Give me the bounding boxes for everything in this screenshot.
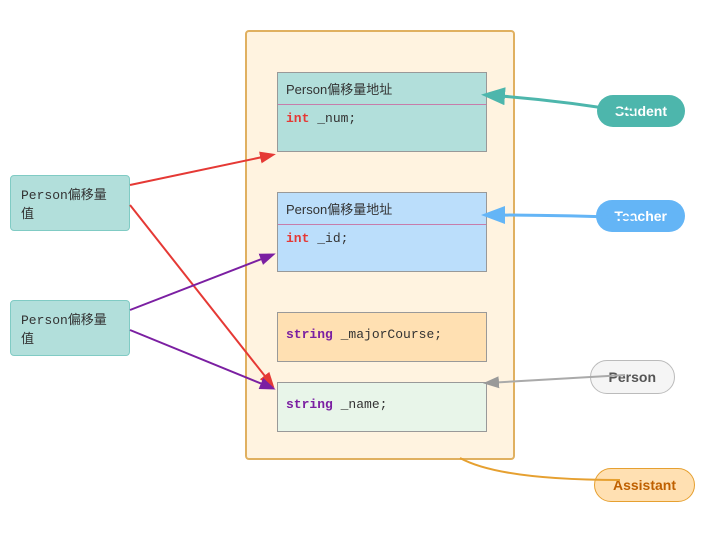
person-pill[interactable]: Person (590, 360, 675, 394)
mem-block-1: Person偏移量地址 int _num; (277, 72, 487, 152)
block4-var: _name; (341, 397, 388, 412)
block2-keyword: int (286, 231, 309, 246)
block1-var: _num; (317, 111, 356, 126)
teacher-pill[interactable]: Teacher (596, 200, 685, 232)
block3-keyword: string (286, 327, 333, 342)
block1-keyword: int (286, 111, 309, 126)
student-pill[interactable]: Student (597, 95, 685, 127)
assistant-pill[interactable]: Assistant (594, 468, 695, 502)
block2-code: int _id; (278, 229, 486, 252)
left-box-2: Person偏移量值 (10, 300, 130, 356)
block4-code: string _name; (278, 383, 486, 418)
block2-var: _id; (317, 231, 348, 246)
block4-keyword: string (286, 397, 333, 412)
mem-block-2: Person偏移量地址 int _id; (277, 192, 487, 272)
left-box-1: Person偏移量值 (10, 175, 130, 231)
block3-code: string _majorCourse; (278, 313, 486, 348)
block3-var: _majorCourse; (341, 327, 442, 342)
diagram-container: Person偏移量地址 int _num; Person偏移量地址 int _i… (0, 0, 705, 539)
block1-label: Person偏移量地址 (278, 73, 486, 100)
block1-code: int _num; (278, 109, 486, 132)
mem-block-4: string _name; (277, 382, 487, 432)
central-box: Person偏移量地址 int _num; Person偏移量地址 int _i… (245, 30, 515, 460)
block2-label: Person偏移量地址 (278, 193, 486, 220)
mem-block-3: string _majorCourse; (277, 312, 487, 362)
